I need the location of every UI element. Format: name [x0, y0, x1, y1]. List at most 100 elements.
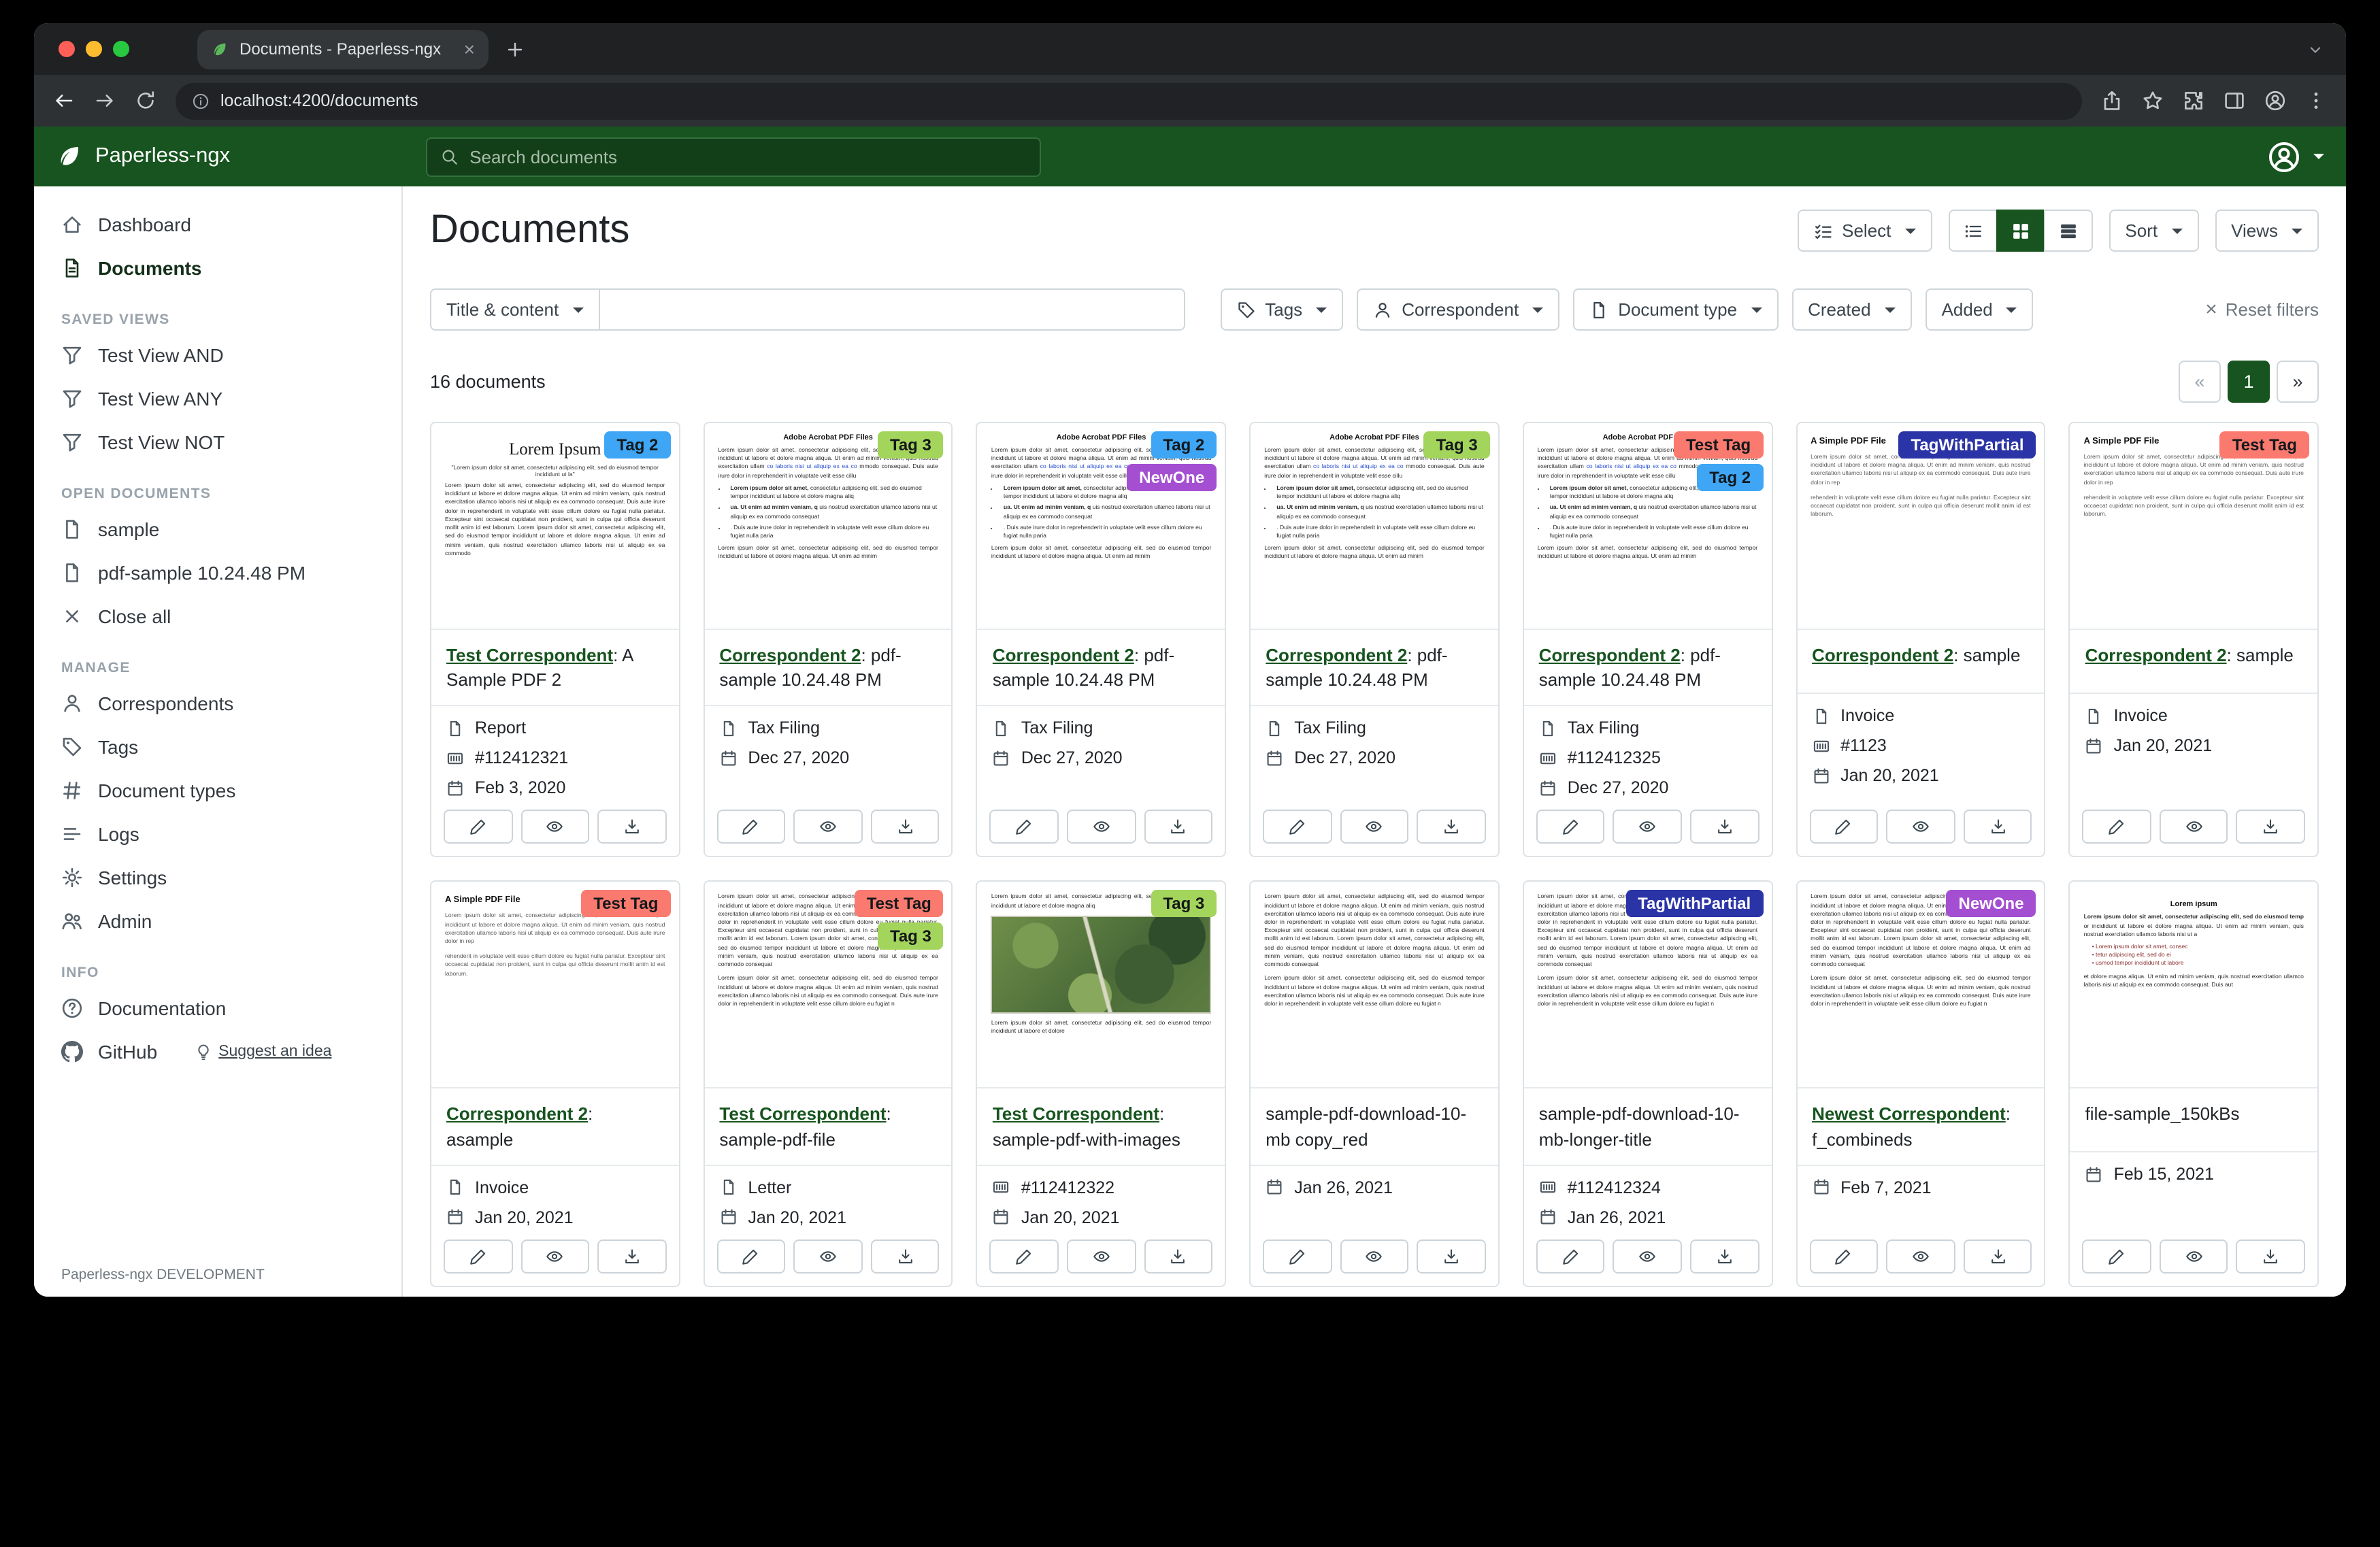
pagination-page-button[interactable]: 1	[2228, 361, 2270, 403]
view-grid-button[interactable]	[1996, 210, 2045, 252]
download-document-button[interactable]	[2236, 810, 2305, 844]
tag-badge[interactable]: NewOne	[1127, 464, 1217, 491]
correspondent-link[interactable]: Test Correspondent	[993, 1104, 1159, 1125]
download-document-button[interactable]	[1417, 1240, 1486, 1274]
correspondent-link[interactable]: Correspondent 2	[1539, 645, 1681, 665]
correspondent-link[interactable]: Test Correspondent	[446, 645, 613, 665]
sidebar-item-documentation[interactable]: Documentation	[34, 986, 401, 1030]
tag-badge[interactable]: Tag 3	[878, 431, 944, 459]
correspondent-link[interactable]: Correspondent 2	[719, 645, 861, 665]
view-document-button[interactable]	[1613, 1240, 1682, 1274]
filter-correspondent-button[interactable]: Correspondent	[1357, 288, 1559, 331]
document-thumbnail[interactable]: Test TagA Simple PDF FileLorem ipsum dol…	[431, 882, 678, 1089]
sidebar-item-pdf-sample-10-24-48-pm[interactable]: pdf-sample 10.24.48 PM	[34, 551, 401, 595]
tag-badge[interactable]: Tag 3	[1151, 891, 1217, 918]
correspondent-link[interactable]: Correspondent 2	[993, 645, 1134, 665]
edit-document-button[interactable]	[1809, 810, 1878, 844]
view-document-button[interactable]	[1067, 1240, 1136, 1274]
document-thumbnail[interactable]: NewOneLorem ipsum dolor sit amet, consec…	[1797, 882, 2044, 1089]
filter-added-button[interactable]: Added	[1926, 288, 2034, 331]
download-document-button[interactable]	[871, 810, 940, 844]
share-button[interactable]	[2101, 90, 2123, 112]
edit-document-button[interactable]	[444, 1240, 512, 1274]
global-search[interactable]	[426, 137, 1041, 176]
edit-document-button[interactable]	[1809, 1240, 1878, 1274]
edit-document-button[interactable]	[990, 810, 1059, 844]
view-document-button[interactable]	[1067, 810, 1136, 844]
document-card[interactable]: Tag 3Adobe Acrobat PDF FilesLorem ipsum …	[1249, 422, 1499, 858]
sidebar-item-admin[interactable]: Admin	[34, 899, 401, 943]
tag-badge[interactable]: Tag 2	[605, 431, 671, 459]
view-details-button[interactable]	[2043, 210, 2092, 252]
document-card[interactable]: Test TagTag 2Adobe Acrobat PDF FilesLore…	[1523, 422, 1772, 858]
sidebar-item-correspondents[interactable]: Correspondents	[34, 682, 401, 725]
document-card[interactable]: Tag 3Adobe Acrobat PDF FilesLorem ipsum …	[703, 422, 953, 858]
correspondent-link[interactable]: Correspondent 2	[2085, 645, 2227, 665]
edit-document-button[interactable]	[1263, 810, 1332, 844]
document-thumbnail[interactable]: TagWithPartialA Simple PDF FileLorem ips…	[1797, 423, 2044, 630]
download-document-button[interactable]	[597, 1240, 666, 1274]
correspondent-link[interactable]: Correspondent 2	[1812, 645, 1953, 665]
document-card[interactable]: Lorem ipsum dolor sit amet, consectetur …	[1249, 881, 1499, 1287]
document-card[interactable]: Lorem ipsumLorem ipsum dolor sit amet, c…	[2069, 881, 2319, 1287]
edit-document-button[interactable]	[716, 1240, 785, 1274]
filter-field-selector[interactable]: Title & content	[430, 288, 599, 331]
reset-filters-button[interactable]: × Reset filters	[2205, 299, 2319, 320]
view-document-button[interactable]	[794, 810, 863, 844]
sidebar-item-close-all[interactable]: Close all	[34, 595, 401, 638]
pagination-next-button[interactable]: »	[2277, 361, 2319, 403]
tag-badge[interactable]: Test Tag	[2220, 431, 2309, 459]
views-button[interactable]: Views	[2215, 210, 2319, 252]
user-menu[interactable]	[2267, 139, 2324, 173]
view-document-button[interactable]	[2160, 1240, 2228, 1274]
view-document-button[interactable]	[1886, 1240, 1955, 1274]
edit-document-button[interactable]	[990, 1240, 1059, 1274]
profile-button[interactable]	[2264, 90, 2286, 112]
edit-document-button[interactable]	[1263, 1240, 1332, 1274]
address-bar[interactable]: localhost:4200/documents	[176, 82, 2082, 119]
sidebar-item-documents[interactable]: Documents	[34, 246, 401, 290]
download-document-button[interactable]	[1144, 1240, 1212, 1274]
view-document-button[interactable]	[1886, 810, 1955, 844]
view-document-button[interactable]	[794, 1240, 863, 1274]
view-document-button[interactable]	[520, 810, 589, 844]
correspondent-link[interactable]: Correspondent 2	[446, 1104, 588, 1125]
view-document-button[interactable]	[1613, 810, 1682, 844]
filter-document-type-button[interactable]: Document type	[1573, 288, 1778, 331]
document-thumbnail[interactable]: Tag 3Adobe Acrobat PDF FilesLorem ipsum …	[704, 423, 951, 630]
side-panel-button[interactable]	[2224, 90, 2245, 112]
extensions-button[interactable]	[2183, 90, 2204, 112]
document-thumbnail[interactable]: Test TagA Simple PDF FileLorem ipsum dol…	[2070, 423, 2317, 630]
sidebar-item-tags[interactable]: Tags	[34, 725, 401, 769]
download-document-button[interactable]	[1690, 810, 1759, 844]
tag-badge[interactable]: TagWithPartial	[1899, 431, 2036, 459]
document-thumbnail[interactable]: Lorem ipsumLorem ipsum dolor sit amet, c…	[2070, 882, 2317, 1089]
sort-button[interactable]: Sort	[2109, 210, 2198, 252]
tag-badge[interactable]: Test Tag	[1674, 431, 1763, 459]
pagination-prev-button[interactable]: «	[2179, 361, 2221, 403]
filter-created-button[interactable]: Created	[1791, 288, 1912, 331]
correspondent-link[interactable]: Newest Correspondent	[1812, 1104, 2006, 1125]
edit-document-button[interactable]	[2083, 1240, 2151, 1274]
sidebar-item-logs[interactable]: Logs	[34, 812, 401, 856]
document-card[interactable]: TagWithPartialA Simple PDF FileLorem ips…	[1796, 422, 2045, 858]
document-card[interactable]: Tag 3Lorem ipsum dolor sit amet, consect…	[976, 881, 1226, 1287]
sidebar-item-settings[interactable]: Settings	[34, 856, 401, 899]
browser-tab[interactable]: Documents - Paperless-ngx ×	[197, 29, 489, 69]
bookmark-button[interactable]	[2142, 90, 2164, 112]
edit-document-button[interactable]	[444, 810, 512, 844]
new-tab-button[interactable]	[505, 39, 525, 59]
view-document-button[interactable]	[520, 1240, 589, 1274]
forward-button[interactable]	[94, 90, 116, 112]
tag-badge[interactable]: TagWithPartial	[1625, 891, 1763, 918]
correspondent-link[interactable]: Test Correspondent	[719, 1104, 886, 1125]
filter-text-input[interactable]	[599, 288, 1185, 331]
tag-badge[interactable]: Tag 3	[1424, 431, 1490, 459]
close-window-button[interactable]	[59, 41, 75, 57]
document-thumbnail[interactable]: Test TagTag 2Adobe Acrobat PDF FilesLore…	[1524, 423, 1771, 630]
browser-menu-button[interactable]	[2305, 90, 2327, 112]
sidebar-link-suggest-an-idea[interactable]: Suggest an idea	[194, 1043, 331, 1061]
download-document-button[interactable]	[2236, 1240, 2305, 1274]
download-document-button[interactable]	[1690, 1240, 1759, 1274]
filter-tags-button[interactable]: Tags	[1220, 288, 1343, 331]
